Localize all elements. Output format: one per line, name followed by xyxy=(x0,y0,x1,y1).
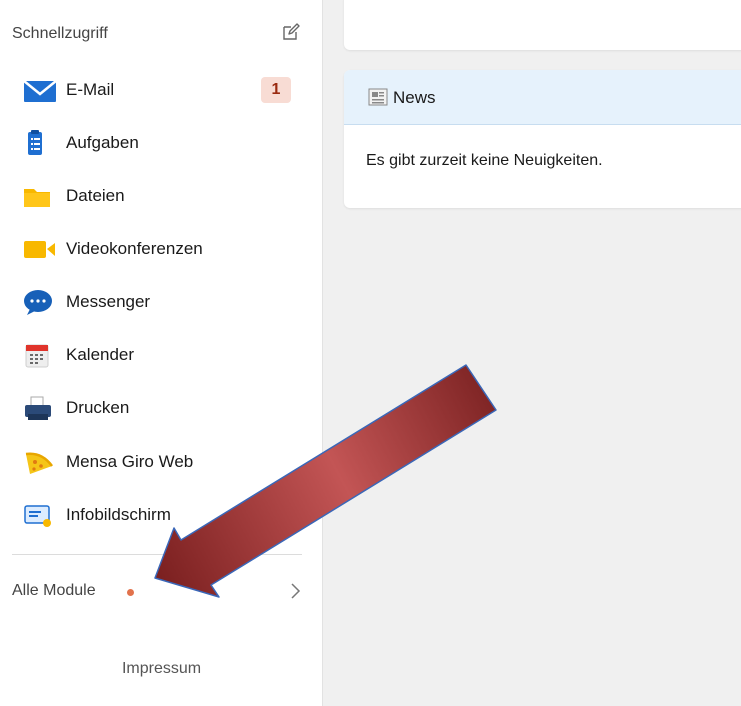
printer-icon xyxy=(25,396,51,420)
sidebar-item-tasks[interactable]: Aufgaben xyxy=(0,121,323,165)
sidebar-item-label: Mensa Giro Web xyxy=(66,452,194,471)
video-camera-icon xyxy=(24,241,55,258)
news-header: News xyxy=(344,70,741,125)
sidebar-item-messenger[interactable]: Messenger xyxy=(0,280,323,324)
chat-bubble-icon xyxy=(24,290,52,315)
sidebar-item-info-screen[interactable]: Infobildschirm xyxy=(0,493,323,537)
sidebar-item-label: E-Mail xyxy=(66,80,115,99)
sidebar-item-label: Infobildschirm xyxy=(66,505,171,524)
pizza-slice-icon xyxy=(25,452,54,474)
news-title: News xyxy=(393,88,436,107)
top-card xyxy=(344,0,741,50)
impressum-link[interactable]: Impressum xyxy=(0,660,323,678)
all-modules-link[interactable]: Alle Module xyxy=(0,570,323,610)
unread-count-badge: 1 xyxy=(261,77,291,103)
sidebar-item-label: Drucken xyxy=(66,398,130,417)
sidebar-divider xyxy=(12,554,302,555)
sidebar-item-mensa-giro-web[interactable]: Mensa Giro Web xyxy=(0,440,323,484)
sidebar-item-email[interactable]: E-Mail 1 xyxy=(0,68,323,112)
sidebar-item-print[interactable]: Drucken xyxy=(0,386,323,430)
sidebar-item-label: Messenger xyxy=(66,292,151,311)
mail-icon xyxy=(23,80,57,102)
clipboard-icon xyxy=(28,130,42,155)
sidebar-item-video-conferences[interactable]: Videokonferenzen xyxy=(0,227,323,271)
info-screen-icon xyxy=(24,505,51,527)
newspaper-icon xyxy=(368,88,388,106)
folder-icon xyxy=(24,189,50,207)
chevron-right-icon xyxy=(291,583,301,599)
all-modules-label: Alle Module xyxy=(12,582,96,599)
sidebar-title: Schnellzugriff xyxy=(12,25,108,42)
sidebar-item-label: Dateien xyxy=(66,186,125,205)
news-card: News Es gibt zurzeit keine Neuigkeiten. xyxy=(344,70,741,208)
news-empty-message: Es gibt zurzeit keine Neuigkeiten. xyxy=(366,152,603,169)
sidebar-item-label: Kalender xyxy=(66,345,135,364)
calendar-icon xyxy=(25,344,49,368)
notification-dot xyxy=(127,589,134,596)
sidebar-item-calendar[interactable]: Kalender xyxy=(0,333,323,377)
sidebar-item-label: Aufgaben xyxy=(66,133,139,152)
sidebar-item-label: Videokonferenzen xyxy=(66,239,203,258)
edit-icon[interactable] xyxy=(281,22,301,42)
sidebar-item-files[interactable]: Dateien xyxy=(0,174,323,218)
sidebar: Schnellzugriff E-Mail 1 Aufgaben Dateien xyxy=(0,0,323,706)
